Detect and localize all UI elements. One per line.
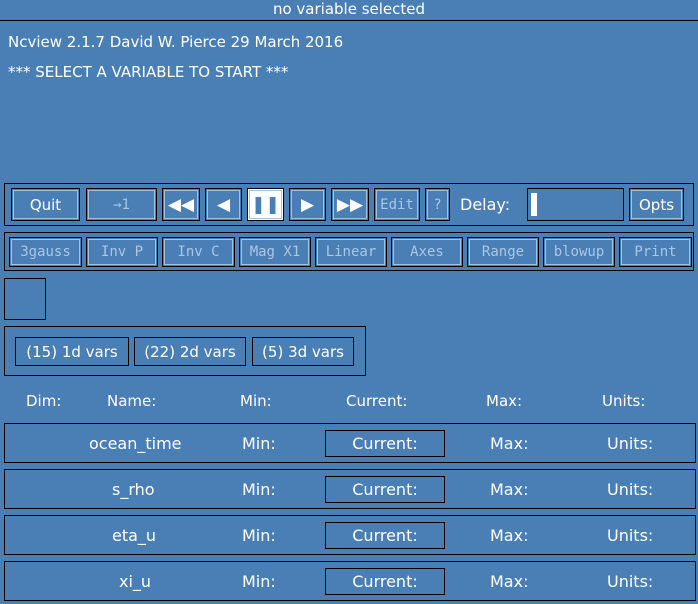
dim-max: Max: <box>490 572 529 591</box>
fast-forward-icon: ▶▶ <box>336 194 364 215</box>
option-button-inv-p[interactable]: Inv P <box>86 237 158 267</box>
reset-frame-button[interactable]: →1 <box>86 188 157 221</box>
step-back-icon: ◀ <box>216 194 231 215</box>
options-button[interactable]: Opts <box>629 188 684 221</box>
fast-forward-button[interactable]: ▶▶ <box>331 188 369 221</box>
step-forward-button[interactable]: ▶ <box>289 188 326 221</box>
delay-label: Delay: <box>460 195 511 214</box>
dimension-row: xi_u Min: Current: Max: Units: <box>4 561 696 601</box>
option-button-inv-c[interactable]: Inv C <box>162 237 235 267</box>
dim-min: Min: <box>242 572 276 591</box>
dim-max: Max: <box>490 480 529 499</box>
option-button-range[interactable]: Range <box>467 237 539 267</box>
dim-min: Min: <box>242 434 276 453</box>
dimension-row: ocean_time Min: Current: Max: Units: <box>4 423 696 463</box>
fast-backward-button[interactable]: ◀◀ <box>162 188 200 221</box>
pause-button[interactable]: ❚❚ <box>247 188 284 221</box>
dim-units: Units: <box>607 526 654 545</box>
option-button-blowup[interactable]: blowup <box>543 237 615 267</box>
edit-button[interactable]: Edit <box>374 188 420 221</box>
dim-units: Units: <box>607 572 654 591</box>
header-dim: Dim: <box>26 392 62 410</box>
dim-current-button[interactable]: Current: <box>325 568 445 595</box>
header-current: Current: <box>346 392 408 410</box>
dim-name[interactable]: s_rho <box>112 480 155 499</box>
quit-button[interactable]: Quit <box>11 188 80 221</box>
dim-max: Max: <box>490 526 529 545</box>
dim-min: Min: <box>242 480 276 499</box>
dim-name[interactable]: eta_u <box>112 526 156 545</box>
header-units: Units: <box>602 392 646 410</box>
header-min: Min: <box>240 392 272 410</box>
dim-units: Units: <box>607 480 654 499</box>
option-button-3gauss[interactable]: 3gauss <box>9 237 82 267</box>
dim-min: Min: <box>242 526 276 545</box>
delay-slider-knob[interactable] <box>531 193 537 216</box>
header-name: Name: <box>107 392 157 410</box>
option-button-print[interactable]: Print <box>619 237 692 267</box>
dim-name[interactable]: xi_u <box>119 572 151 591</box>
step-back-button[interactable]: ◀ <box>205 188 242 221</box>
dim-current-button[interactable]: Current: <box>325 430 445 457</box>
fast-backward-icon: ◀◀ <box>167 194 195 215</box>
dimension-row: s_rho Min: Current: Max: Units: <box>4 469 696 509</box>
pause-icon: ❚❚ <box>251 194 280 215</box>
step-forward-icon: ▶ <box>300 194 315 215</box>
dim-current-button[interactable]: Current: <box>325 476 445 503</box>
var-group-2d-button[interactable]: (22) 2d vars <box>134 337 246 366</box>
dim-name[interactable]: ocean_time <box>89 434 182 453</box>
dim-units: Units: <box>607 434 654 453</box>
var-group-3d-button[interactable]: (5) 3d vars <box>252 337 354 366</box>
option-button-mag-x1[interactable]: Mag X1 <box>239 237 311 267</box>
dim-current-button[interactable]: Current: <box>325 522 445 549</box>
delay-slider[interactable] <box>527 188 624 221</box>
header-max: Max: <box>486 392 523 410</box>
version-text: Ncview 2.1.7 David W. Pierce 29 March 20… <box>8 33 344 51</box>
var-group-1d-button[interactable]: (15) 1d vars <box>15 337 129 366</box>
dimension-row: eta_u Min: Current: Max: Units: <box>4 515 696 555</box>
window-title: no variable selected <box>0 0 698 21</box>
option-button-axes[interactable]: Axes <box>391 237 463 267</box>
dim-max: Max: <box>490 434 529 453</box>
instruction-text: *** SELECT A VARIABLE TO START *** <box>8 63 289 81</box>
help-button[interactable]: ? <box>425 188 450 221</box>
colorbar-placeholder <box>4 278 46 320</box>
option-button-linear[interactable]: Linear <box>315 237 387 267</box>
